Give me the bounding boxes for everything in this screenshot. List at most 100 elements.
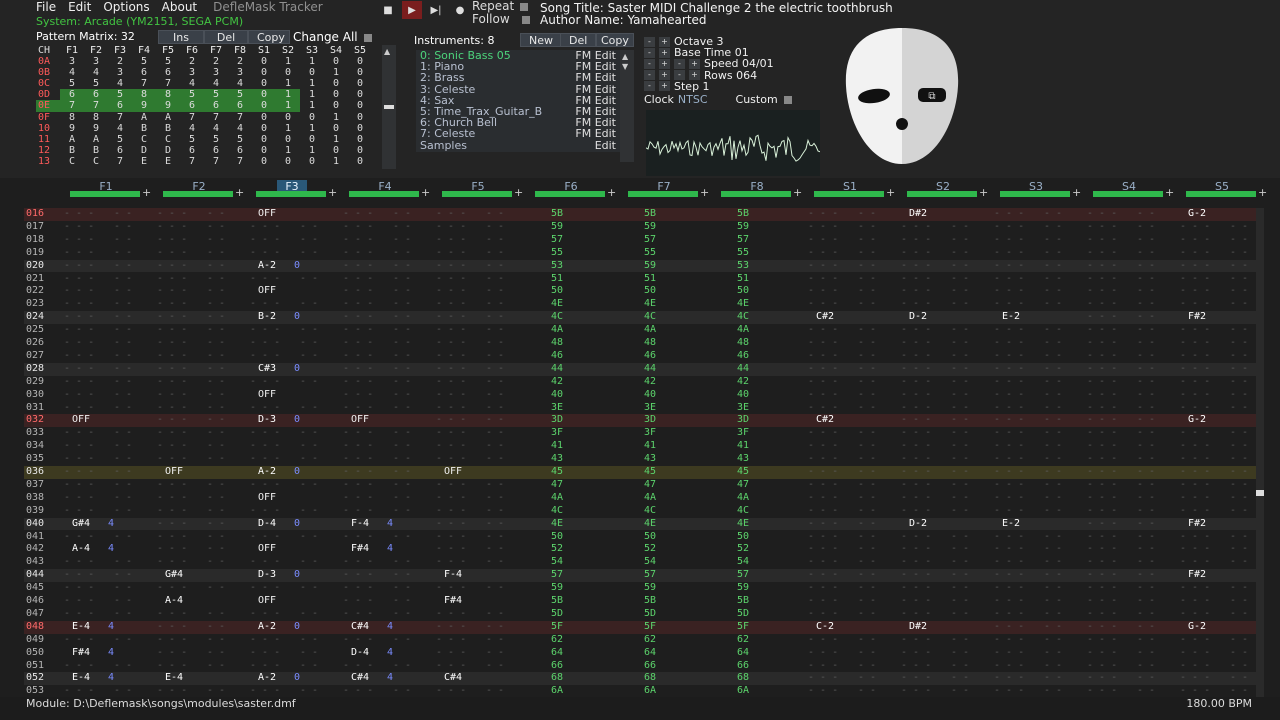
note-value[interactable]: 62	[737, 634, 749, 647]
note-value[interactable]: 53	[737, 260, 749, 273]
empty-effect[interactable]: - -	[393, 466, 411, 479]
empty-cell[interactable]: - - -	[1180, 582, 1210, 595]
pattern-cell[interactable]: - - -- -	[897, 440, 989, 453]
pattern-cell[interactable]: 52	[525, 543, 617, 556]
pattern-cell[interactable]: F#2	[1176, 569, 1256, 582]
empty-effect[interactable]: - -	[114, 363, 132, 376]
pattern-cell[interactable]: - - -- -	[804, 285, 896, 298]
empty-cell[interactable]: - - -	[1180, 505, 1210, 518]
pattern-cell[interactable]: - - -- -	[153, 453, 245, 466]
pattern-cell[interactable]: - - -- -	[432, 556, 524, 569]
note-value[interactable]: G-2	[1188, 414, 1206, 427]
pattern-row[interactable]: 043- - -- -- - -- -- - -- -- - -- -- - -…	[24, 556, 1256, 569]
pattern-cell[interactable]: - - -- -	[804, 595, 896, 608]
note-value[interactable]: 68	[644, 672, 656, 685]
pattern-cell[interactable]: - - -- -	[804, 260, 896, 273]
pattern-cell[interactable]: - - -- -	[432, 376, 524, 389]
empty-effect[interactable]: - -	[858, 234, 876, 247]
pattern-cell[interactable]: - - -- -	[246, 402, 338, 415]
empty-effect[interactable]: - -	[114, 247, 132, 260]
empty-cell[interactable]: - - -	[901, 402, 931, 415]
note-value[interactable]: 47	[737, 479, 749, 492]
pattern-cell[interactable]: - - -- -	[60, 466, 152, 479]
empty-cell[interactable]: - - -	[64, 234, 94, 247]
note-value[interactable]: 50	[551, 531, 563, 544]
note-value[interactable]: 4E	[737, 518, 749, 531]
pattern-cell[interactable]: - - -- -	[1176, 634, 1256, 647]
empty-effect[interactable]: - -	[951, 427, 969, 440]
pm-row[interactable]: 0B 4 4 3 6 6 3 3 3 0 0 0 1 0	[36, 67, 372, 78]
pattern-cell[interactable]: - - -- -	[1083, 389, 1175, 402]
pattern-cell[interactable]: 44	[618, 363, 710, 376]
pattern-cell[interactable]: - - -- -	[990, 543, 1082, 556]
empty-effect[interactable]: - -	[486, 660, 504, 673]
pm-cell[interactable]: 8	[156, 89, 180, 101]
empty-effect[interactable]: - -	[1230, 427, 1248, 440]
pattern-cell[interactable]: - - -- -	[432, 531, 524, 544]
empty-cell[interactable]: - - -	[157, 273, 187, 286]
empty-effect[interactable]: - -	[114, 569, 132, 582]
empty-effect[interactable]: - -	[1044, 621, 1062, 634]
pattern-cell[interactable]: - - -- -	[897, 376, 989, 389]
instrument-list[interactable]: 0: Sonic Bass 05 FM Edit 1: Piano FM Edit 2:…	[416, 50, 620, 152]
pm-cell[interactable]: 7	[228, 156, 252, 167]
empty-cell[interactable]: - - -	[808, 505, 838, 518]
pm-cell[interactable]: 0	[300, 67, 324, 78]
empty-effect[interactable]: - -	[858, 479, 876, 492]
pattern-cell[interactable]: - - -- -	[1083, 569, 1175, 582]
pattern-cell[interactable]: 41	[711, 440, 803, 453]
pattern-cell[interactable]: 59	[525, 221, 617, 234]
empty-effect[interactable]: - -	[486, 298, 504, 311]
pattern-cell[interactable]: OFF	[153, 466, 245, 479]
empty-effect[interactable]: - -	[393, 363, 411, 376]
pattern-cell[interactable]: - - -- -	[153, 531, 245, 544]
pm-cell[interactable]: D	[156, 145, 180, 156]
pattern-cell[interactable]: 44	[711, 363, 803, 376]
empty-effect[interactable]: - -	[486, 556, 504, 569]
pattern-cell[interactable]: - - -- -	[153, 311, 245, 324]
empty-effect[interactable]: - -	[393, 505, 411, 518]
empty-cell[interactable]: - - -	[1180, 543, 1210, 556]
channel-add-effect-button[interactable]: +	[421, 186, 430, 199]
instrument-value[interactable]: 4	[108, 543, 114, 556]
note-value[interactable]: F-4	[351, 518, 369, 531]
pattern-cell[interactable]: - - -- -	[60, 479, 152, 492]
pattern-cell[interactable]: OFF	[339, 414, 431, 427]
pattern-cell[interactable]: 62	[618, 634, 710, 647]
empty-effect[interactable]: - -	[951, 273, 969, 286]
empty-effect[interactable]: - -	[1044, 427, 1062, 440]
empty-cell[interactable]: - - -	[157, 285, 187, 298]
empty-effect[interactable]: - -	[858, 466, 876, 479]
empty-effect[interactable]: - -	[1044, 324, 1062, 337]
empty-cell[interactable]: - - -	[994, 556, 1024, 569]
pm-cell[interactable]: A	[156, 112, 180, 123]
pm-cell[interactable]: 7	[204, 112, 228, 123]
pattern-cell[interactable]: 5B	[711, 595, 803, 608]
pattern-cell[interactable]: 4A	[525, 492, 617, 505]
note-value[interactable]: 42	[737, 376, 749, 389]
empty-effect[interactable]: - -	[486, 479, 504, 492]
empty-cell[interactable]: - - -	[343, 466, 373, 479]
empty-cell[interactable]: - - -	[64, 479, 94, 492]
pattern-cell[interactable]: 50	[711, 285, 803, 298]
note-value[interactable]: F#2	[1188, 311, 1206, 324]
pattern-cell[interactable]: - - -- -	[990, 285, 1082, 298]
empty-effect[interactable]: - -	[1230, 350, 1248, 363]
pattern-row[interactable]: 049- - -- -- - -- -- - -- -- - -- -- - -…	[24, 634, 1256, 647]
pattern-cell[interactable]: - - -- -	[804, 505, 896, 518]
empty-cell[interactable]: - - -	[436, 350, 466, 363]
empty-cell[interactable]: - - -	[808, 260, 838, 273]
instrument-item[interactable]: Samples Edit	[416, 139, 620, 150]
pm-cell[interactable]: 5	[156, 56, 180, 67]
pattern-cell[interactable]: - - -- -	[1176, 595, 1256, 608]
pattern-cell[interactable]: 51	[711, 273, 803, 286]
song-author[interactable]: Author Name: Yamahearted	[540, 14, 893, 26]
empty-effect[interactable]: - -	[114, 402, 132, 415]
record-button[interactable]: ●	[450, 1, 470, 19]
pattern-cell[interactable]: F#2	[1176, 518, 1256, 531]
pattern-cell[interactable]: 59	[618, 582, 710, 595]
empty-effect[interactable]: - -	[1044, 260, 1062, 273]
pm-cell[interactable]: 4	[204, 123, 228, 134]
pm-cell[interactable]: 1	[300, 100, 324, 111]
pattern-cell[interactable]: - - -- -	[990, 595, 1082, 608]
